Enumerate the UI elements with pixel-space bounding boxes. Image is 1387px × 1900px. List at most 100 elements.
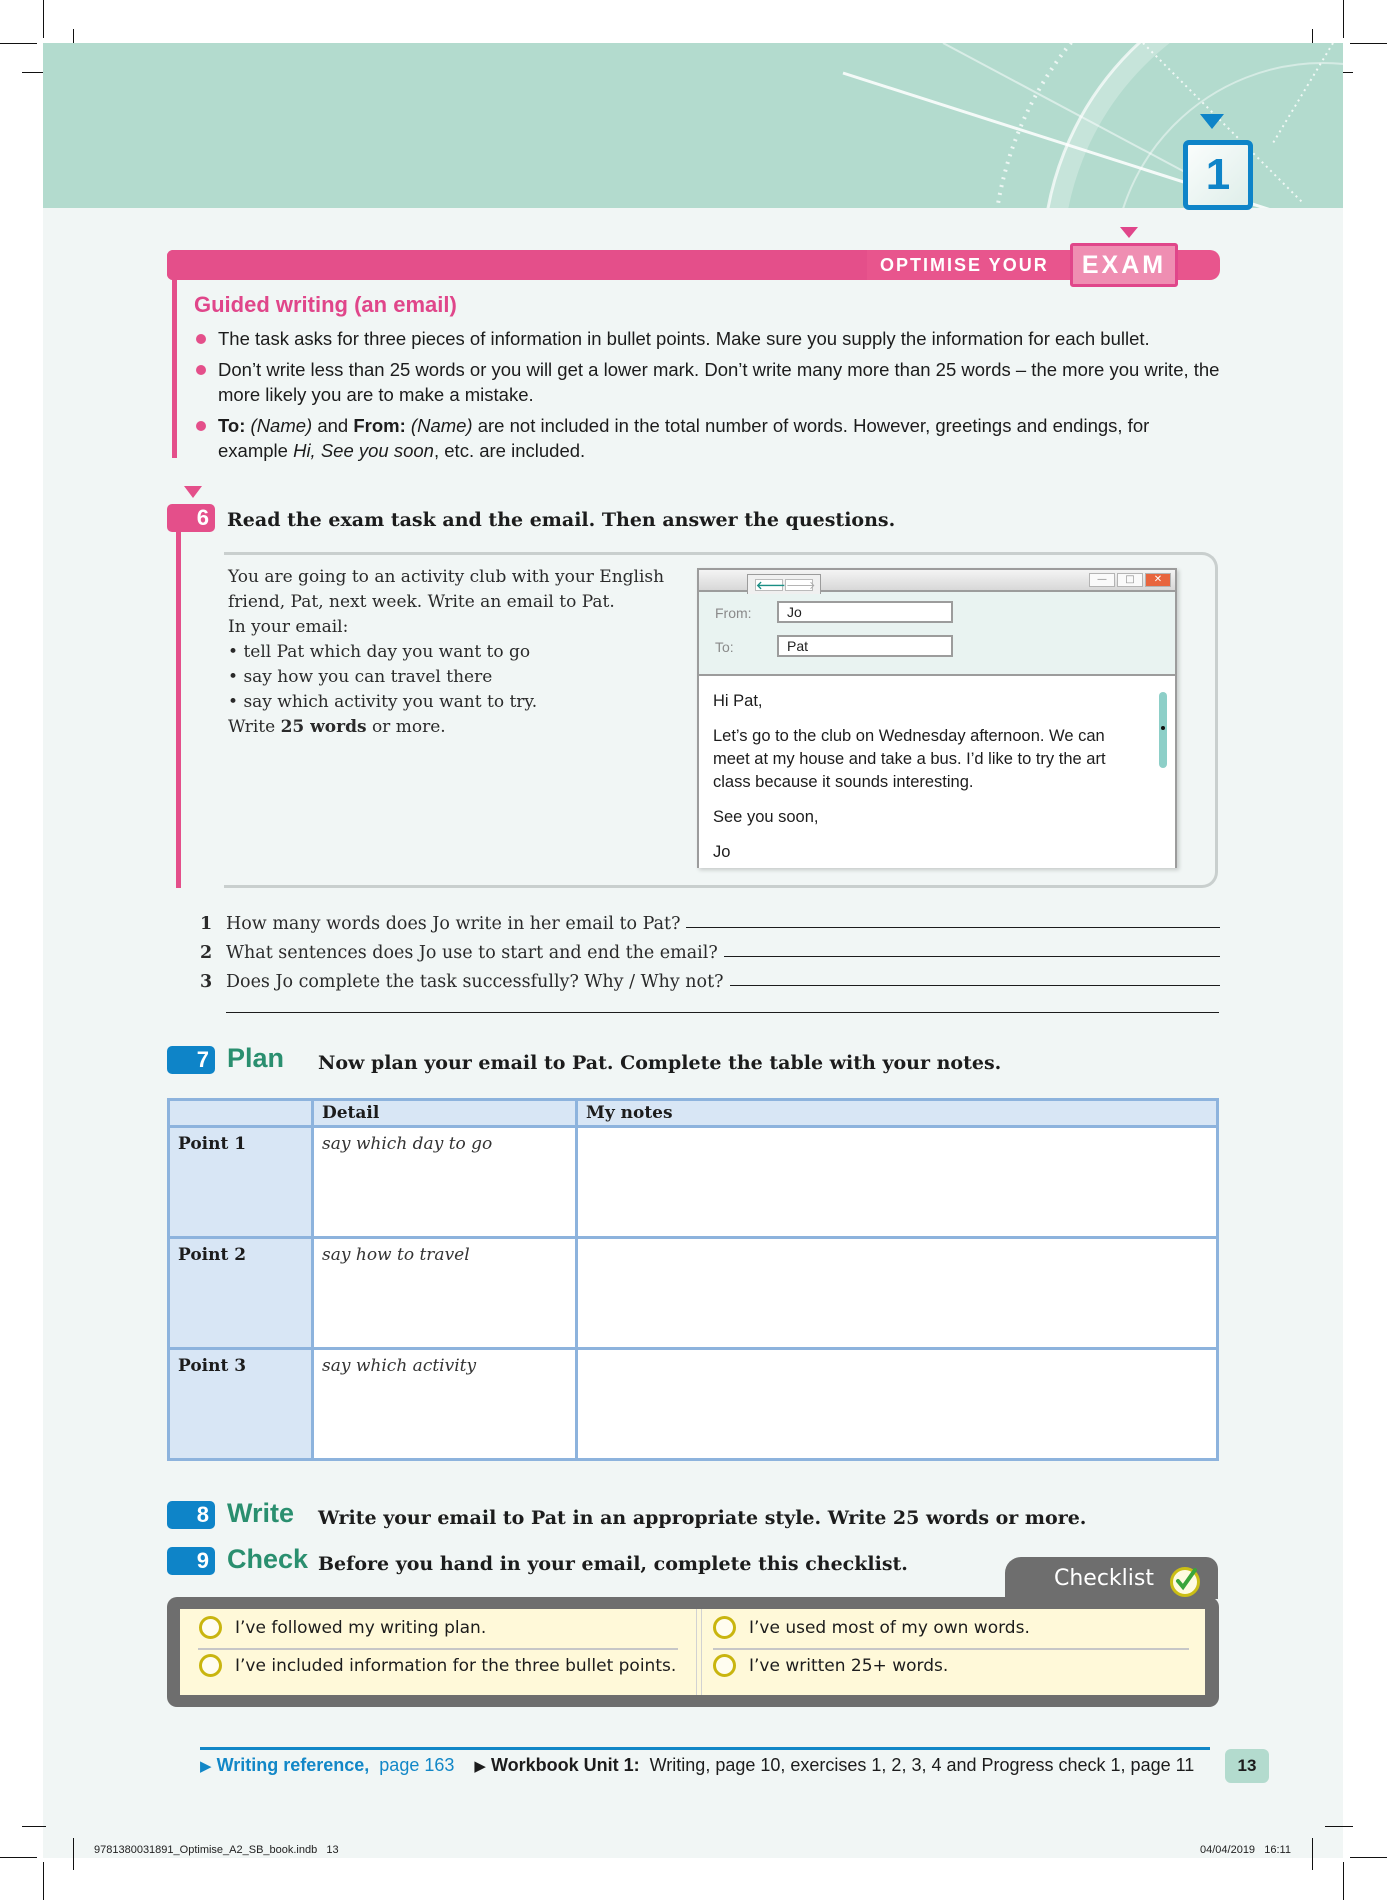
tip-title: Guided writing (an email) xyxy=(194,292,457,317)
plan-table: Detail My notes Point 1 say which day to… xyxy=(167,1098,1219,1461)
exam-marker-icon xyxy=(1120,227,1138,238)
checklist-item[interactable]: I’ve included information for the three … xyxy=(199,1654,676,1677)
task-bullet: • tell Pat which day you want to go xyxy=(228,642,531,662)
crop-mark xyxy=(1350,43,1387,44)
column-header xyxy=(167,1098,314,1128)
email-titlebar: 🡐 🡒 — □ ✕ xyxy=(699,570,1175,594)
maximize-icon[interactable]: □ xyxy=(1117,573,1143,587)
minimize-icon[interactable]: — xyxy=(1089,573,1115,587)
forward-arrow-icon[interactable]: 🡒 xyxy=(785,578,816,591)
checkmark-icon xyxy=(1170,1567,1200,1597)
exercise-8-title: Write xyxy=(227,1498,295,1528)
back-arrow-icon[interactable]: 🡐 xyxy=(755,578,786,591)
footer-rule xyxy=(200,1747,1210,1750)
point-label: Point 2 xyxy=(167,1236,314,1350)
nav-tab: 🡐 🡒 xyxy=(747,574,821,594)
point-detail: say how to travel xyxy=(311,1236,578,1350)
exercise-6-number: 6 xyxy=(167,504,215,532)
workbook-label: Workbook Unit 1: xyxy=(490,1755,640,1775)
answer-line[interactable] xyxy=(226,1012,1219,1013)
point-detail: say which activity xyxy=(311,1347,578,1461)
task-bullet: • say which activity you want to try. xyxy=(228,692,538,712)
checkmark-glyph xyxy=(1176,1568,1197,1591)
play-arrow-icon: ▶ xyxy=(200,1758,212,1775)
question-row: 2 What sentences does Jo use to start an… xyxy=(200,934,1220,963)
exercise-7-instruction: Now plan your email to Pat. Complete the… xyxy=(318,1052,1002,1074)
answer-line[interactable] xyxy=(686,927,1220,928)
bullet-icon xyxy=(196,334,206,344)
crop-mark xyxy=(1343,0,1344,38)
footer-references: ▶ Writing reference, page 163 ▶ Workbook… xyxy=(200,1755,1194,1776)
exercise-6-instruction: Read the exam task and the email. Then a… xyxy=(227,509,896,531)
play-arrow-icon: ▶ xyxy=(474,1758,486,1775)
to-field[interactable]: Pat xyxy=(777,635,953,657)
unit-marker-icon xyxy=(1200,114,1224,129)
crop-mark xyxy=(73,1838,74,1870)
exam-task-text: You are going to an activity club with y… xyxy=(228,565,688,740)
crop-mark xyxy=(43,0,44,38)
question-list: 1 How many words does Jo write in her em… xyxy=(200,905,1220,992)
to-label: To: xyxy=(715,639,734,655)
point-label: Point 1 xyxy=(167,1125,314,1239)
point-label: Point 3 xyxy=(167,1347,314,1461)
exercise-7-number: 7 xyxy=(167,1046,215,1074)
table-row: Point 3 say which activity xyxy=(167,1347,1219,1461)
writing-reference-link[interactable]: Writing reference, xyxy=(217,1755,370,1775)
notes-cell[interactable] xyxy=(575,1236,1219,1350)
bullet-icon xyxy=(196,421,206,431)
checkbox-circle[interactable] xyxy=(713,1654,736,1677)
scroll-thumb-dot xyxy=(1161,726,1165,730)
checklist-item[interactable]: I’ve followed my writing plan. xyxy=(199,1616,486,1639)
crop-mark xyxy=(1312,1838,1313,1870)
email-greeting: Hi Pat, xyxy=(713,692,763,710)
window-controls: — □ ✕ xyxy=(1089,573,1171,587)
question-row: 1 How many words does Jo write in her em… xyxy=(200,905,1220,934)
exam-banner-highlight: EXAM xyxy=(1070,243,1178,287)
answer-line[interactable] xyxy=(723,956,1220,957)
workbook-text: Writing, page 10, exercises 1, 2, 3, 4 a… xyxy=(649,1755,1195,1775)
notes-cell[interactable] xyxy=(575,1125,1219,1239)
column-header: My notes xyxy=(575,1098,1219,1128)
crop-mark xyxy=(1325,1826,1353,1827)
checkbox-circle[interactable] xyxy=(199,1616,222,1639)
checklist-title: Checklist xyxy=(1054,1566,1154,1591)
email-scrollbar[interactable] xyxy=(1159,692,1167,768)
exercise-9-title: Check xyxy=(227,1544,309,1574)
exercise-6-rule xyxy=(176,528,181,888)
crop-mark xyxy=(1350,1857,1387,1858)
close-icon[interactable]: ✕ xyxy=(1145,573,1171,587)
point-detail: say which day to go xyxy=(311,1125,578,1239)
tip-item: Don’t write less than 25 words or you wi… xyxy=(194,357,1224,407)
column-header: Detail xyxy=(311,1098,578,1128)
task-bullet: • say how you can travel there xyxy=(228,667,493,687)
exam-banner-prefix: OPTIMISE YOUR xyxy=(880,255,1049,275)
writing-reference-page[interactable]: page 163 xyxy=(379,1755,454,1775)
answer-line[interactable] xyxy=(729,985,1220,986)
checklist-divider xyxy=(696,1609,702,1695)
table-row: Point 2 say how to travel xyxy=(167,1236,1219,1350)
print-slug-datetime: 04/04/2019 16:11 xyxy=(1200,1844,1291,1856)
print-slug-file: 9781380031891_Optimise_A2_SB_book.indb 1… xyxy=(94,1844,339,1856)
tip-rule xyxy=(172,278,177,458)
checklist-item[interactable]: I’ve used most of my own words. xyxy=(713,1616,1030,1639)
from-field[interactable]: Jo xyxy=(777,601,953,623)
exam-tip-banner-left xyxy=(167,250,867,280)
table-header-row: Detail My notes xyxy=(167,1098,1219,1128)
exercise-marker-icon xyxy=(184,486,202,498)
checklist-item[interactable]: I’ve written 25+ words. xyxy=(713,1654,948,1677)
from-label: From: xyxy=(715,605,752,621)
exercise-9-instruction: Before you hand in your email, complete … xyxy=(318,1553,908,1575)
checklist-separator xyxy=(713,1648,1189,1650)
email-signature: Jo xyxy=(713,843,731,861)
question-row: 3 Does Jo complete the task successfully… xyxy=(200,963,1220,992)
email-body[interactable]: Hi Pat, Let’s go to the club on Wednesda… xyxy=(699,674,1175,868)
checklist-separator xyxy=(198,1648,678,1650)
notes-cell[interactable] xyxy=(575,1347,1219,1461)
email-message: Let’s go to the club on Wednesday aftern… xyxy=(713,727,1106,791)
checkbox-circle[interactable] xyxy=(713,1616,736,1639)
page-number: 13 xyxy=(1225,1749,1269,1783)
checkbox-circle[interactable] xyxy=(199,1654,222,1677)
header-banner xyxy=(43,43,1343,208)
exercise-7-title: Plan xyxy=(227,1043,285,1073)
tip-list: The task asks for three pieces of inform… xyxy=(194,326,1224,469)
